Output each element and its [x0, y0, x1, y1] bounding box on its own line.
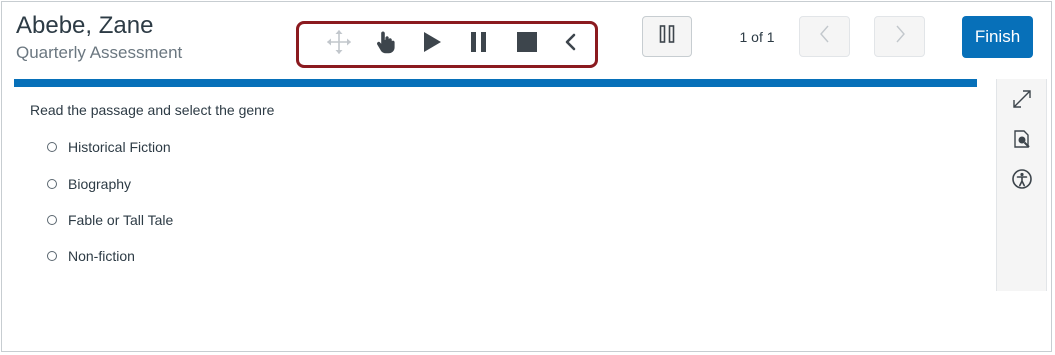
stop-button[interactable]: [507, 24, 547, 65]
choice-label: Historical Fiction: [68, 139, 171, 155]
progress-bar: [14, 79, 977, 87]
question-prompt: Read the passage and select the genre: [30, 102, 275, 118]
next-page-button[interactable]: [874, 16, 925, 57]
pointer-button[interactable]: [366, 24, 406, 65]
chevron-right-icon: [894, 24, 906, 49]
finish-button[interactable]: Finish: [962, 16, 1033, 58]
radio-button[interactable]: [47, 179, 57, 189]
student-name: Abebe, Zane: [16, 12, 154, 39]
move-icon: [326, 29, 352, 60]
radio-button[interactable]: [47, 215, 57, 225]
answer-choice[interactable]: Fable or Tall Tale: [47, 210, 173, 230]
chevron-left-icon: [819, 24, 831, 49]
pointer-hand-icon: [376, 30, 396, 59]
side-toolbar: [996, 79, 1047, 291]
collapse-chevron-icon: [563, 32, 577, 57]
choice-label: Non-fiction: [68, 248, 135, 264]
choice-label: Fable or Tall Tale: [68, 212, 174, 228]
magnifier-icon: [1011, 128, 1033, 155]
accessibility-button[interactable]: [1007, 166, 1037, 196]
pause-test-button[interactable]: [642, 16, 692, 57]
move-toolbar-button[interactable]: [319, 24, 359, 65]
answer-choice[interactable]: Non-fiction: [47, 246, 135, 266]
previous-page-button[interactable]: [799, 16, 850, 57]
assessment-name: Quarterly Assessment: [16, 43, 183, 62]
play-button[interactable]: [412, 24, 452, 65]
play-icon: [422, 31, 442, 58]
pause-icon: [469, 31, 489, 58]
collapse-toolbar-button[interactable]: [550, 24, 590, 65]
pause-outline-icon: [659, 25, 675, 48]
assessment-window: Abebe, Zane Quarterly Assessment 1 of 1 …: [1, 1, 1052, 352]
answer-choice[interactable]: Biography: [47, 174, 131, 194]
radio-button[interactable]: [47, 251, 57, 261]
radio-button[interactable]: [47, 142, 57, 152]
stop-icon: [516, 31, 538, 58]
expand-icon: [1011, 88, 1033, 115]
accessibility-icon: [1011, 168, 1033, 195]
answer-choice[interactable]: Historical Fiction: [47, 137, 171, 157]
expand-button[interactable]: [1007, 86, 1037, 116]
magnifier-button[interactable]: [1007, 126, 1037, 156]
text-to-speech-toolbar: [296, 21, 598, 68]
pause-button[interactable]: [459, 24, 499, 65]
choice-label: Biography: [68, 176, 132, 192]
page-indicator: 1 of 1: [739, 29, 775, 45]
